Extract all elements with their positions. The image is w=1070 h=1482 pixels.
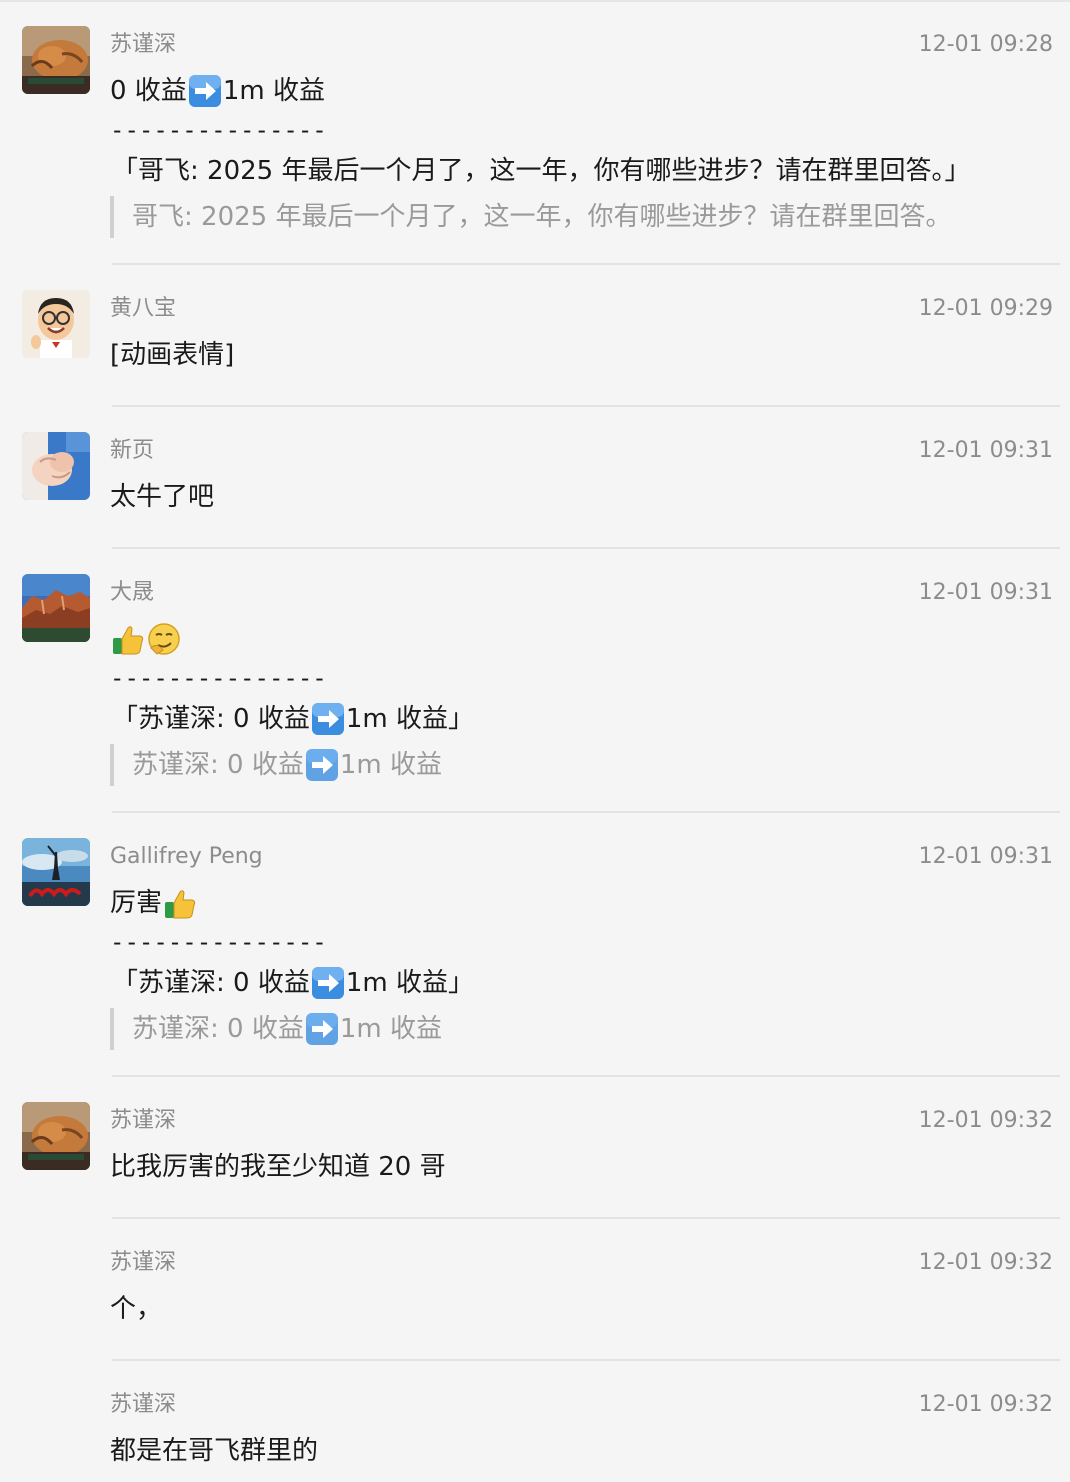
- thumbs-up-icon: [111, 622, 145, 656]
- message-content: 厉害 --------------- 「苏谨深: 0 收益 1m 收益」 苏谨深…: [110, 882, 1050, 1050]
- message-2: 黄八宝 12-01 09:29 [动画表情]: [0, 264, 1070, 406]
- sender-name[interactable]: 苏谨深: [110, 1106, 176, 1136]
- message-5: Gallifrey Peng 12-01 09:31 厉害 ----------…: [0, 812, 1070, 1076]
- sender-name[interactable]: Gallifrey Peng: [110, 842, 263, 872]
- divider-line: ---------------: [110, 664, 327, 692]
- message-8: 苏谨深 12-01 09:32 都是在哥飞群里的: [0, 1360, 1070, 1482]
- quoted-text: 「苏谨深: 0 收益 1m 收益」: [112, 698, 1050, 740]
- message-text: 厉害: [110, 882, 1050, 924]
- right-arrow-icon: [311, 966, 345, 1000]
- message-time: 12-01 09:32: [918, 1392, 1053, 1417]
- text-part: 「苏谨深: 0 收益: [112, 704, 310, 734]
- message-time: 12-01 09:29: [918, 296, 1053, 321]
- message-time: 12-01 09:31: [918, 580, 1053, 605]
- message-text: 都是在哥飞群里的: [110, 1436, 319, 1466]
- message-content: --------------- 「苏谨深: 0 收益 1m 收益」 苏谨深: 0…: [110, 618, 1050, 786]
- message-text: [动画表情]: [110, 340, 235, 370]
- message-content: 0 收益 1m 收益 --------------- 「哥飞: 2025 年最后…: [110, 70, 1050, 238]
- 2025-sky-avatar[interactable]: [22, 838, 90, 906]
- holding-hands-avatar[interactable]: [22, 432, 90, 500]
- text-part: 厉害: [110, 888, 163, 918]
- message-1: 苏谨深 12-01 09:28 0 收益 1m 收益 -------------…: [0, 0, 1070, 264]
- quoted-text: 「苏谨深: 0 收益 1m 收益」: [112, 962, 1050, 1004]
- right-arrow-icon: [305, 748, 339, 782]
- message-7: 苏谨深 12-01 09:32 个，: [0, 1218, 1070, 1360]
- canyon-landscape-avatar[interactable]: [22, 574, 90, 642]
- message-text: 个，: [110, 1294, 163, 1324]
- sender-name[interactable]: 黄八宝: [110, 294, 176, 324]
- message-time: 12-01 09:32: [918, 1108, 1053, 1133]
- sender-name[interactable]: 苏谨深: [110, 1248, 176, 1278]
- message-emojis: [110, 618, 1050, 660]
- quote-reference[interactable]: 苏谨深: 0 收益 1m 收益: [110, 1008, 1050, 1050]
- divider-line: ---------------: [110, 116, 327, 144]
- right-arrow-icon: [188, 74, 222, 108]
- message-content: 太牛了吧: [110, 476, 1050, 518]
- quoted-text: 「哥飞: 2025 年最后一个月了，这一年，你有哪些进步？请在群里回答。」: [112, 156, 971, 186]
- sender-name[interactable]: 大晟: [110, 578, 154, 608]
- text-part: 1m 收益」: [345, 968, 474, 998]
- cat-avatar[interactable]: [22, 26, 90, 94]
- message-content: [动画表情]: [110, 334, 1050, 376]
- text-part: 1m 收益」: [345, 704, 474, 734]
- text-part: 1m 收益: [222, 76, 325, 106]
- sender-name[interactable]: 新页: [110, 436, 154, 466]
- quote-reference[interactable]: 苏谨深: 0 收益 1m 收益: [110, 744, 1050, 786]
- sender-name[interactable]: 苏谨深: [110, 30, 176, 60]
- text-part: 1m 收益: [339, 750, 442, 780]
- message-time: 12-01 09:31: [918, 438, 1053, 463]
- text-part: 苏谨深: 0 收益: [132, 1014, 304, 1044]
- text-part: 苏谨深: 0 收益: [132, 750, 304, 780]
- smirk-face-icon: [147, 622, 181, 656]
- message-3: 新页 12-01 09:31 太牛了吧: [0, 406, 1070, 548]
- message-time: 12-01 09:31: [918, 844, 1053, 869]
- text-part: 1m 收益: [339, 1014, 442, 1044]
- message-4: 大晟 12-01 09:31 --------------- 「苏谨深: 0 收…: [0, 548, 1070, 812]
- right-arrow-icon: [311, 702, 345, 736]
- text-part: 0 收益: [110, 76, 187, 106]
- cartoon-man-avatar[interactable]: [22, 290, 90, 358]
- sender-name[interactable]: 苏谨深: [110, 1390, 176, 1420]
- divider-line: ---------------: [110, 928, 327, 956]
- text-part: 「苏谨深: 0 收益: [112, 968, 310, 998]
- quote-reference[interactable]: 哥飞: 2025 年最后一个月了，这一年，你有哪些进步？请在群里回答。: [110, 196, 1050, 238]
- message-text: 太牛了吧: [110, 482, 215, 512]
- message-content: 个，: [110, 1288, 1050, 1330]
- message-text: 比我厉害的我至少知道 20 哥: [110, 1152, 446, 1182]
- message-text: 0 收益 1m 收益: [110, 70, 1050, 112]
- thumbs-up-icon: [163, 886, 197, 920]
- message-6: 苏谨深 12-01 09:32 比我厉害的我至少知道 20 哥: [0, 1076, 1070, 1218]
- right-arrow-icon: [305, 1012, 339, 1046]
- message-time: 12-01 09:32: [918, 1250, 1053, 1275]
- cat-avatar[interactable]: [22, 1102, 90, 1170]
- message-content: 都是在哥飞群里的: [110, 1430, 1050, 1472]
- message-content: 比我厉害的我至少知道 20 哥: [110, 1146, 1050, 1188]
- message-time: 12-01 09:28: [918, 32, 1053, 57]
